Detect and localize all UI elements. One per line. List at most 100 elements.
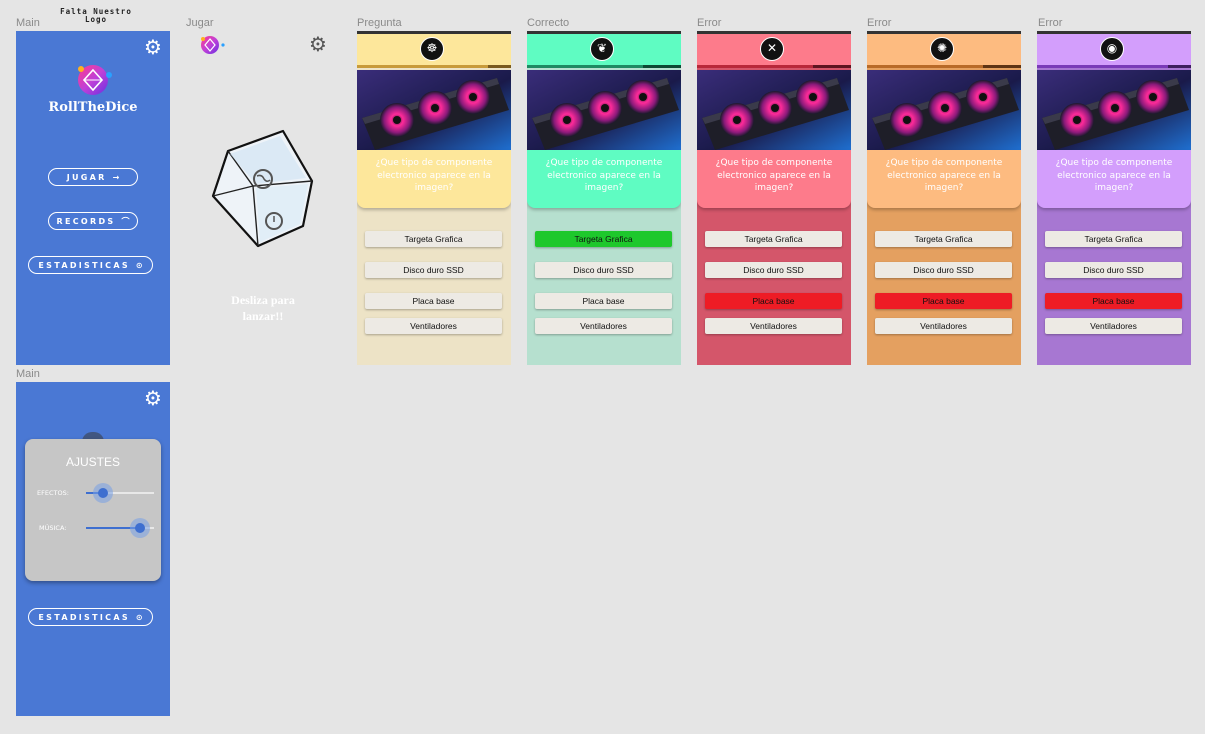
frame-label-main-2: Main [16, 368, 40, 380]
progress-bar [867, 65, 1021, 68]
progress-fill [867, 65, 983, 68]
answer-ventiladores[interactable]: Ventiladores [875, 318, 1012, 334]
category-icon: ❦ [590, 37, 614, 61]
error-screen-3: ◉ ¿Que tipo de componente electronico ap… [1037, 31, 1191, 365]
answer-disco-duro-ssd[interactable]: Disco duro SSD [875, 262, 1012, 278]
error-screen-1: ✕ ¿Que tipo de componente electronico ap… [697, 31, 851, 365]
answer-ventiladores[interactable]: Ventiladores [365, 318, 502, 334]
progress-bar [1037, 65, 1191, 68]
answer-ventiladores[interactable]: Ventiladores [535, 318, 672, 334]
category-icon: ☸ [420, 37, 444, 61]
answer-disco-duro-ssd[interactable]: Disco duro SSD [1045, 262, 1182, 278]
answer-targeta-grafica[interactable]: Targeta Grafica [875, 231, 1012, 247]
answers-panel: Targeta Grafica Disco duro SSD Placa base V… [357, 208, 511, 365]
stats-icon: ⊙ [135, 261, 143, 270]
question-box: ¿Que tipo de componente electronico apar… [527, 150, 681, 208]
jugar-label: JUGAR [66, 173, 107, 182]
gear-icon[interactable]: ⚙ [144, 388, 162, 408]
answer-placa-base[interactable]: Placa base [535, 293, 672, 309]
question-box: ¿Que tipo de componente electronico apar… [867, 150, 1021, 208]
answer-placa-base[interactable]: Placa base [875, 293, 1012, 309]
answer-placa-base[interactable]: Placa base [1045, 293, 1182, 309]
estadisticas-button[interactable]: ESTADISTICAS ⊙ [28, 608, 153, 626]
answer-placa-base[interactable]: Placa base [705, 293, 842, 309]
category-icon: ✺ [930, 37, 954, 61]
answer-disco-duro-ssd[interactable]: Disco duro SSD [535, 262, 672, 278]
settings-screen: ⚙ AJUSTES EFECTOS: MÚSICA: ESTADISTICAS ⊙ [16, 382, 170, 716]
stats-icon: ⊙ [135, 613, 143, 622]
question-box: ¿Que tipo de componente electronico apar… [1037, 150, 1191, 208]
progress-fill [357, 65, 488, 68]
frame-label-jugar: Jugar [186, 17, 214, 29]
music-slider-handle[interactable] [135, 523, 145, 533]
gpu-image [1037, 70, 1191, 150]
question-text: ¿Que tipo de componente electronico apar… [1055, 158, 1173, 193]
answer-disco-duro-ssd[interactable]: Disco duro SSD [705, 262, 842, 278]
category-header: ❦ [527, 34, 681, 68]
music-label: MÚSICA: [39, 524, 67, 532]
estadisticas-button[interactable]: ESTADISTICAS ⊙ [28, 256, 153, 274]
answer-ventiladores[interactable]: Ventiladores [705, 318, 842, 334]
effects-label: EFECTOS: [37, 489, 69, 497]
answers-panel: Targeta Grafica Disco duro SSD Placa base V… [1037, 208, 1191, 365]
gpu-image [357, 70, 511, 150]
effects-slider-handle[interactable] [98, 488, 108, 498]
dice-logo-icon [78, 65, 112, 95]
correcto-screen: ❦ ¿Que tipo de componente electronico ap… [527, 31, 681, 365]
frame-label-error-2: Error [867, 17, 892, 29]
question-box: ¿Que tipo de componente electronico apar… [697, 150, 851, 208]
category-icon: ◉ [1100, 37, 1124, 61]
settings-modal: AJUSTES EFECTOS: MÚSICA: [25, 439, 161, 581]
answer-targeta-grafica[interactable]: Targeta Grafica [535, 231, 672, 247]
progress-fill [697, 65, 813, 68]
records-label: RECORDS [56, 217, 116, 226]
frame-label-main: Main [16, 17, 40, 29]
gauge-icon: ⌒ [121, 217, 130, 226]
question-text: ¿Que tipo de componente electronico apar… [715, 158, 833, 193]
answer-targeta-grafica[interactable]: Targeta Grafica [705, 231, 842, 247]
question-text: ¿Que tipo de componente electronico apar… [545, 158, 663, 193]
question-text: ¿Que tipo de componente electronico apar… [885, 158, 1003, 193]
main-screen: ⚙ RollTheDice JUGAR → RECORDS ⌒ ESTADISTIC… [16, 31, 170, 365]
estadisticas-label: ESTADISTICAS [38, 613, 130, 622]
swipe-hint: Desliza para lanzar!! [231, 293, 295, 323]
progress-bar [697, 65, 851, 68]
error-screen-2: ✺ ¿Que tipo de componente electronico ap… [867, 31, 1021, 365]
logo-note: Falta Nuestro Logo [60, 7, 132, 24]
app-name: RollTheDice [48, 100, 138, 115]
gpu-image [527, 70, 681, 150]
progress-bar [357, 65, 511, 68]
category-header: ✕ [697, 34, 851, 68]
frame-label-error-3: Error [1038, 17, 1063, 29]
question-text: ¿Que tipo de componente electronico apar… [375, 158, 493, 193]
music-slider-fill [86, 527, 140, 529]
jugar-button[interactable]: JUGAR → [48, 168, 138, 186]
answers-panel: Targeta Grafica Disco duro SSD Placa base V… [527, 208, 681, 365]
answers-panel: Targeta Grafica Disco duro SSD Placa base V… [867, 208, 1021, 365]
gpu-image [867, 70, 1021, 150]
answer-ventiladores[interactable]: Ventiladores [1045, 318, 1182, 334]
dice-logo-icon[interactable] [198, 34, 228, 58]
category-header: ✺ [867, 34, 1021, 68]
records-button[interactable]: RECORDS ⌒ [48, 212, 138, 230]
gear-icon[interactable]: ⚙ [144, 37, 162, 57]
estadisticas-label: ESTADISTICAS [38, 261, 130, 270]
answers-panel: Targeta Grafica Disco duro SSD Placa base V… [697, 208, 851, 365]
progress-fill [1037, 65, 1168, 68]
category-header: ◉ [1037, 34, 1191, 68]
answer-placa-base[interactable]: Placa base [365, 293, 502, 309]
progress-bar [527, 65, 681, 68]
dice-sketch[interactable] [208, 126, 318, 256]
jugar-screen: ⚙ Desliza para lanzar!! [186, 31, 340, 365]
category-icon: ✕ [760, 37, 784, 61]
frame-label-error-1: Error [697, 17, 722, 29]
arrow-right-icon: → [112, 173, 120, 182]
answer-disco-duro-ssd[interactable]: Disco duro SSD [365, 262, 502, 278]
answer-targeta-grafica[interactable]: Targeta Grafica [365, 231, 502, 247]
gear-icon[interactable]: ⚙ [309, 34, 327, 54]
answer-targeta-grafica[interactable]: Targeta Grafica [1045, 231, 1182, 247]
gpu-image [697, 70, 851, 150]
settings-title: AJUSTES [65, 455, 120, 469]
frame-label-pregunta: Pregunta [357, 17, 402, 29]
frame-label-correcto: Correcto [527, 17, 570, 29]
